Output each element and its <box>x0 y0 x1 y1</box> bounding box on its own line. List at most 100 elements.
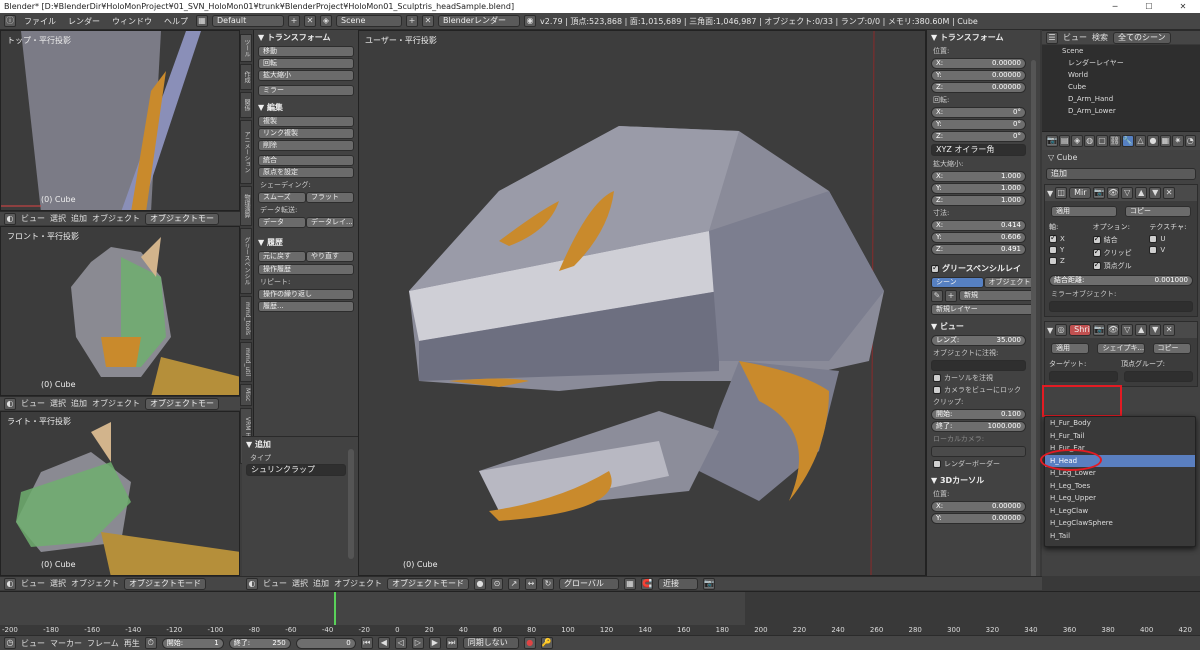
lock-camera-checkbox[interactable] <box>933 386 941 394</box>
snap-icon[interactable]: 🧲 <box>641 577 653 590</box>
add-modifier-select[interactable]: 追加 <box>1046 168 1196 180</box>
close-button[interactable]: ✕ <box>1166 0 1200 13</box>
repeat-last-button[interactable]: 操作の繰り返し <box>258 289 354 300</box>
layout-select[interactable]: Default <box>212 15 284 27</box>
menu-playback[interactable]: 再生 <box>124 638 140 649</box>
constraints-tab-icon[interactable]: ⛓ <box>1108 135 1121 147</box>
pivot-icon[interactable]: ⊙ <box>491 577 503 590</box>
minimize-button[interactable]: ─ <box>1098 0 1132 13</box>
menu-add[interactable]: 追加 <box>313 578 329 589</box>
end-frame-field[interactable]: 終了: 250 <box>228 637 291 649</box>
add-modifier-op-title[interactable]: ▼ 追加 <box>242 437 358 452</box>
scale-button[interactable]: 拡大縮小 <box>258 70 354 81</box>
show-editmode-icon[interactable]: ▽ <box>1121 187 1134 199</box>
link-duplicate-button[interactable]: リンク複製 <box>258 128 354 139</box>
keying-set-icon[interactable]: 🔑 <box>540 637 553 649</box>
history-section-title[interactable]: ▼ 履歴 <box>254 235 358 250</box>
render-preview-icon[interactable]: 📷 <box>703 577 715 590</box>
dropdown-item[interactable]: H_Leg_Upper <box>1045 492 1195 505</box>
data-tab-icon[interactable]: △ <box>1134 135 1147 147</box>
menu-select[interactable]: 選択 <box>50 398 66 409</box>
join-button[interactable]: 統合 <box>258 155 354 166</box>
gp-new-layer-button[interactable]: 新規レイヤー <box>931 304 1036 315</box>
editor-type-icon[interactable]: ◐ <box>246 577 258 590</box>
clipping-option[interactable]: クリッピ <box>1092 247 1150 258</box>
collapse-icon[interactable]: ▼ <box>1047 326 1053 335</box>
menu-add[interactable]: 追加 <box>71 398 87 409</box>
dropdown-item[interactable]: H_Fur_Body <box>1045 417 1195 430</box>
dropdown-item[interactable]: H_Tail <box>1045 530 1195 543</box>
tab-animation[interactable]: アニメーション <box>240 120 252 184</box>
set-origin-button[interactable]: 原点を設定 <box>258 167 354 178</box>
display-mode-select[interactable]: 全てのシーン <box>1113 31 1171 44</box>
physics-tab-icon[interactable]: ◔ <box>1184 135 1197 147</box>
tab-physics[interactable]: 物理演算 <box>240 186 252 226</box>
view-section-title[interactable]: ▼ ビュー <box>927 319 1040 334</box>
layers-icon[interactable]: ▦ <box>624 577 636 590</box>
shrinkwrap-shapekey-button[interactable]: シェイプキ... <box>1097 343 1145 354</box>
menu-select[interactable]: 選択 <box>50 213 66 224</box>
viewport-shading-icon[interactable]: ● <box>474 577 486 590</box>
menu-view[interactable]: ビュー <box>1063 32 1087 43</box>
delete-button[interactable]: 削除 <box>258 140 354 151</box>
outliner-item-render-layers[interactable]: レンダーレイヤー <box>1042 57 1200 69</box>
mode-select[interactable]: オブジェクトモード <box>387 577 469 590</box>
layers-tab-icon[interactable]: ▤ <box>1058 135 1071 147</box>
menu-search[interactable]: 検索 <box>1092 32 1108 43</box>
outliner-item-d-arm-hand[interactable]: D_Arm_Hand <box>1042 93 1200 105</box>
outliner-item-cube[interactable]: Cube <box>1042 81 1200 93</box>
show-viewport-icon[interactable]: 👁 <box>1107 324 1120 336</box>
clipping-checkbox[interactable] <box>1092 247 1101 257</box>
scale-z-field[interactable]: Z: 1.000 <box>931 195 1026 206</box>
u-checkbox[interactable] <box>1149 235 1158 243</box>
tab-create[interactable]: 作成 <box>240 64 252 90</box>
local-camera-field[interactable] <box>931 446 1026 457</box>
jump-end-icon[interactable]: ⏭ <box>445 637 458 649</box>
dropdown-item[interactable]: H_LegClawSphere <box>1045 517 1195 530</box>
remove-scene-button[interactable]: ✕ <box>422 15 434 27</box>
translate-button[interactable]: 移動 <box>258 46 354 57</box>
editor-type-icon[interactable]: ◷ <box>4 637 16 649</box>
menu-object[interactable]: オブジェクト <box>92 213 140 224</box>
menu-marker[interactable]: マーカー <box>50 638 82 649</box>
shrinkwrap-copy-button[interactable]: コピー <box>1152 343 1191 354</box>
scale-y-field[interactable]: Y: 1.000 <box>931 183 1026 194</box>
vertex-group-field[interactable] <box>1124 371 1193 382</box>
transform-section-title[interactable]: ▼ トランスフォーム <box>254 30 358 45</box>
add-icon[interactable]: + <box>945 290 957 302</box>
mode-select[interactable]: オブジェクトモード <box>124 577 206 590</box>
dimension-y-field[interactable]: Y: 0.606 <box>931 232 1026 243</box>
rotation-mode-select[interactable]: XYZ オイラー角 <box>931 144 1026 156</box>
tab-mmd-util[interactable]: mmd_util <box>240 342 252 382</box>
particles-tab-icon[interactable]: ✷ <box>1172 135 1184 147</box>
editor-type-icon[interactable]: ☰ <box>1046 31 1058 44</box>
merge-distance-field[interactable]: 結合距離: 0.001000 <box>1049 275 1193 286</box>
clip-end-field[interactable]: 終了: 1000.000 <box>931 421 1026 432</box>
add-scene-button[interactable]: + <box>406 15 418 27</box>
merge-checkbox[interactable] <box>1092 234 1101 244</box>
vertex-group-checkbox[interactable] <box>1092 260 1101 270</box>
tab-relations[interactable]: 関係 <box>240 92 252 118</box>
n-transform-title[interactable]: ▼ トランスフォーム <box>927 30 1040 45</box>
render-border-option[interactable]: レンダーボーダー <box>927 458 1040 470</box>
current-frame-field[interactable]: 0 <box>295 637 356 649</box>
target-dropdown-menu[interactable]: H_Fur_Body H_Fur_Tail H_Fur_Ear H_Head H… <box>1044 416 1196 547</box>
location-z-field[interactable]: Z: 0.00000 <box>931 82 1026 93</box>
menu-window[interactable]: ウィンドウ <box>108 16 156 27</box>
prev-key-icon[interactable]: ◀ <box>377 637 390 649</box>
orientation-select[interactable]: グローバル <box>559 577 619 590</box>
mirror-copy-button[interactable]: コピー <box>1125 206 1191 217</box>
v-checkbox[interactable] <box>1149 246 1158 254</box>
move-down-icon[interactable]: ▼ <box>1149 187 1162 199</box>
merge-option[interactable]: 結合 <box>1092 234 1150 245</box>
menu-view[interactable]: ビュー <box>21 398 45 409</box>
menu-view[interactable]: ビュー <box>263 578 287 589</box>
lock-camera-option[interactable]: カメラをビューにロック <box>927 384 1040 396</box>
show-render-icon[interactable]: 📷 <box>1093 187 1106 199</box>
remove-layout-button[interactable]: ✕ <box>304 15 316 27</box>
dimension-z-field[interactable]: Z: 0.491 <box>931 244 1026 255</box>
location-y-field[interactable]: Y: 0.00000 <box>931 70 1026 81</box>
mirror-apply-button[interactable]: 適用 <box>1051 206 1117 217</box>
rotate-button[interactable]: 回転 <box>258 58 354 69</box>
pencil-icon[interactable]: ✎ <box>931 290 943 302</box>
